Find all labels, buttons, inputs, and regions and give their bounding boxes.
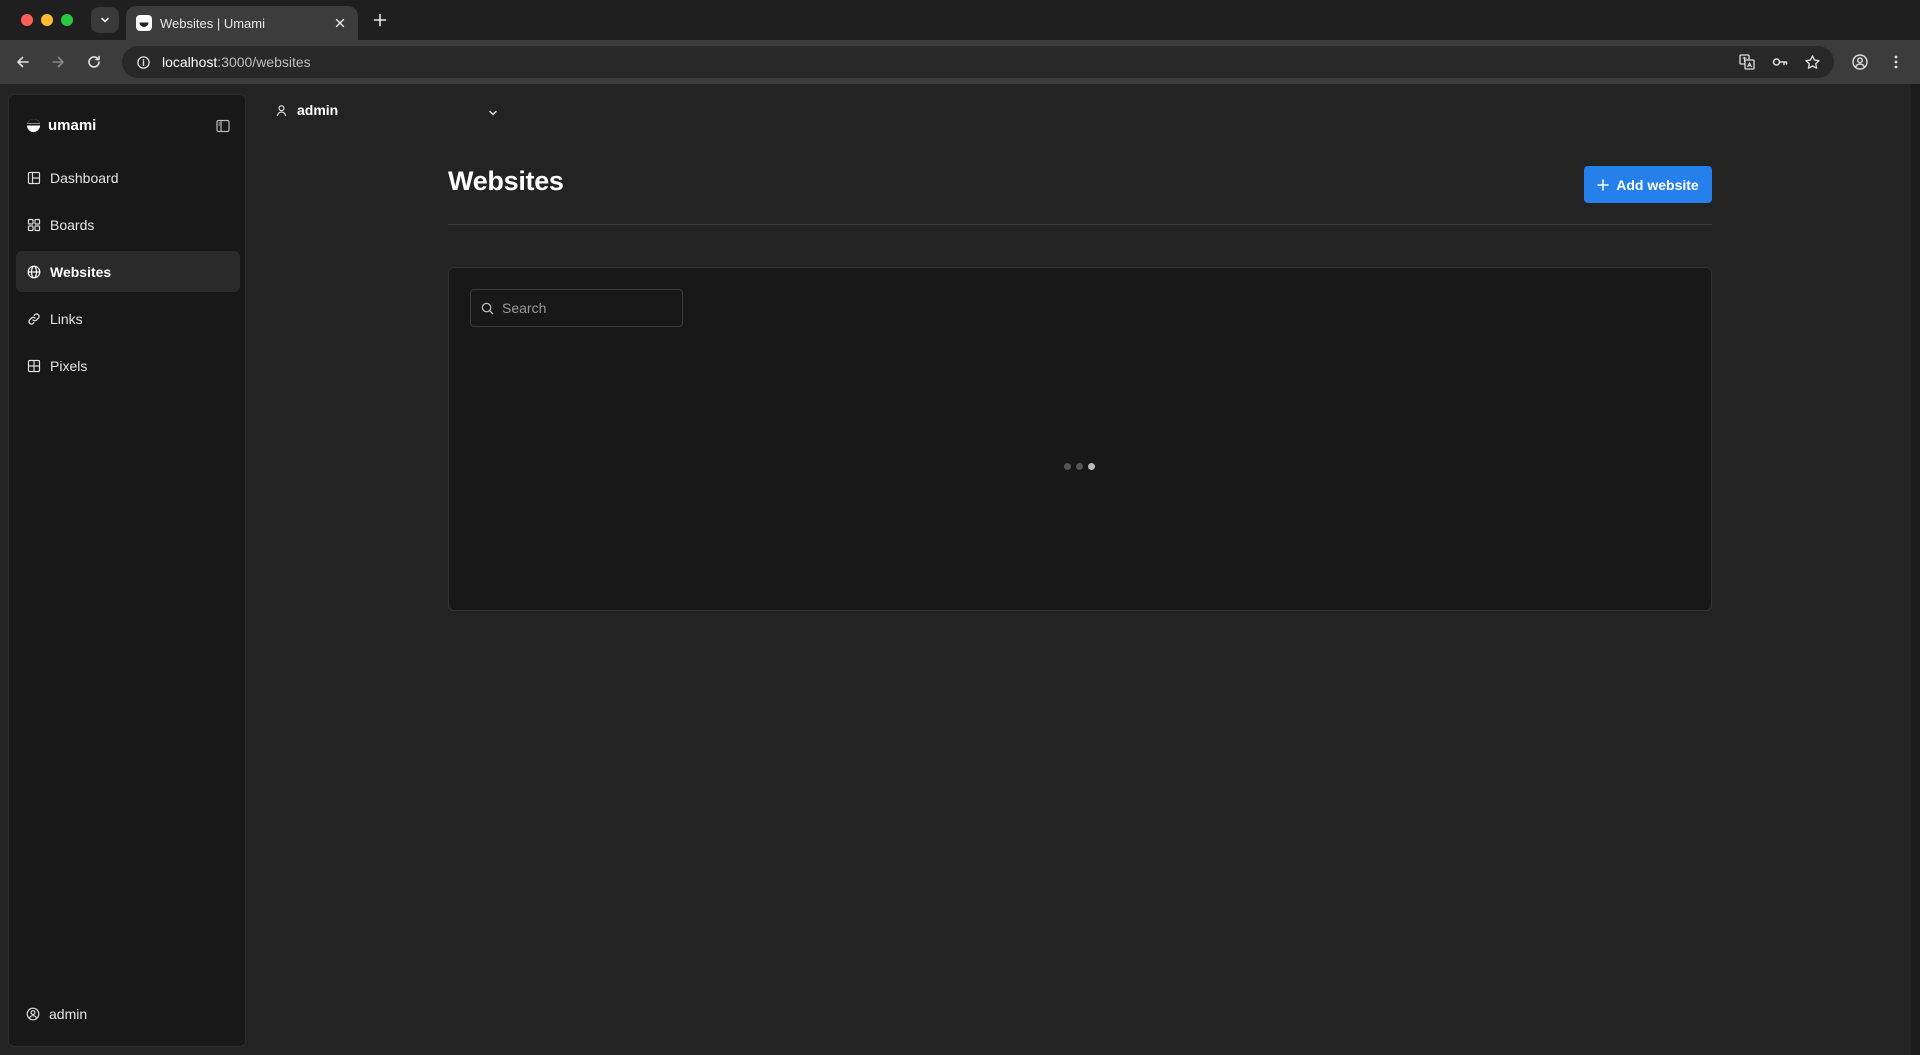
umami-favicon-icon [136,15,152,31]
plus-icon [1597,178,1610,191]
browser-tab-active[interactable]: Websites | Umami [126,6,358,40]
loading-dot [1088,463,1095,470]
collapse-sidebar-button[interactable] [214,117,232,135]
sidebar-item-websites[interactable]: Websites [16,251,240,292]
sidebar-user-menu[interactable]: admin [26,1006,87,1022]
sidebar-item-label: Boards [50,216,95,233]
browser-menu-button[interactable] [1884,50,1908,74]
page-title: Websites [448,166,564,196]
tab-search-button[interactable] [91,7,119,33]
sidebar-item-boards[interactable]: Boards [16,204,240,245]
arrow-left-icon [17,56,29,68]
bookmark-star-icon[interactable] [1800,50,1824,74]
password-key-icon[interactable] [1768,50,1792,74]
sidebar-item-label: Websites [50,263,112,280]
profile-button[interactable] [1848,50,1872,74]
browser-tab-bar: Websites | Umami [0,0,1920,40]
app-content: umami Dashboard Boards Websites Links Pi… [0,84,1920,1055]
forward-button[interactable] [46,50,70,74]
sidebar-username: admin [49,1006,88,1022]
maximize-window-button[interactable] [61,14,73,26]
header-divider [448,224,1712,225]
sidebar-item-dashboard[interactable]: Dashboard [16,157,240,198]
search-field[interactable] [470,289,683,327]
more-vertical-icon [1894,55,1898,69]
team-selector-dropdown[interactable] [485,105,501,121]
sidebar-nav: Dashboard Boards Websites Links Pixels [16,157,240,392]
url-host: localhost [162,54,218,70]
add-website-label: Add website [1616,176,1699,193]
plus-icon [373,13,387,27]
add-website-button[interactable]: Add website [1584,166,1712,203]
websites-panel [448,267,1712,611]
minimize-window-button[interactable] [41,14,53,26]
team-selector-label: admin [297,102,339,118]
sidebar-item-label: Links [50,310,83,327]
brand-name: umami [48,117,97,134]
sidebar-item-pixels[interactable]: Pixels [16,345,240,386]
profile-icon [1852,54,1868,70]
search-icon [481,302,494,314]
arrow-right-icon [52,56,64,68]
new-tab-button[interactable] [368,8,392,32]
user-icon [276,104,287,116]
chevron-down-icon [101,17,109,23]
brand-logo[interactable]: umami [26,117,96,134]
browser-toolbar: localhost:3000/websites [0,40,1920,84]
team-selector[interactable]: admin [275,102,338,118]
url-path: :3000/websites [217,54,311,70]
page-scrollbar[interactable] [1911,84,1920,1055]
tab-title: Websites | Umami [160,15,265,31]
sidebar-item-label: Pixels [50,357,88,374]
sidebar-item-label: Dashboard [50,169,119,186]
url-text: localhost:3000/websites [162,54,311,70]
loading-indicator [1064,463,1095,470]
close-window-button[interactable] [21,14,33,26]
grid-icon [26,358,42,374]
site-info-icon[interactable] [127,46,159,78]
loading-dot [1076,463,1083,470]
translate-icon[interactable] [1735,50,1759,74]
user-circle-icon [26,1007,40,1021]
chevron-down-icon [489,110,497,116]
back-button[interactable] [11,50,35,74]
sidebar: umami Dashboard Boards Websites Links Pi… [8,94,246,1047]
search-input[interactable] [502,300,672,316]
globe-icon [26,264,42,280]
dashboard-icon [26,170,42,186]
boards-icon [26,217,42,233]
address-bar[interactable]: localhost:3000/websites [122,46,1834,78]
loading-dot [1064,463,1071,470]
reload-icon [88,55,100,68]
sidebar-toggle-icon [216,119,230,133]
link-icon [26,311,42,327]
umami-logo-icon [26,118,41,133]
reload-button[interactable] [82,50,106,74]
sidebar-item-links[interactable]: Links [16,298,240,339]
tab-close-icon[interactable] [332,15,348,31]
